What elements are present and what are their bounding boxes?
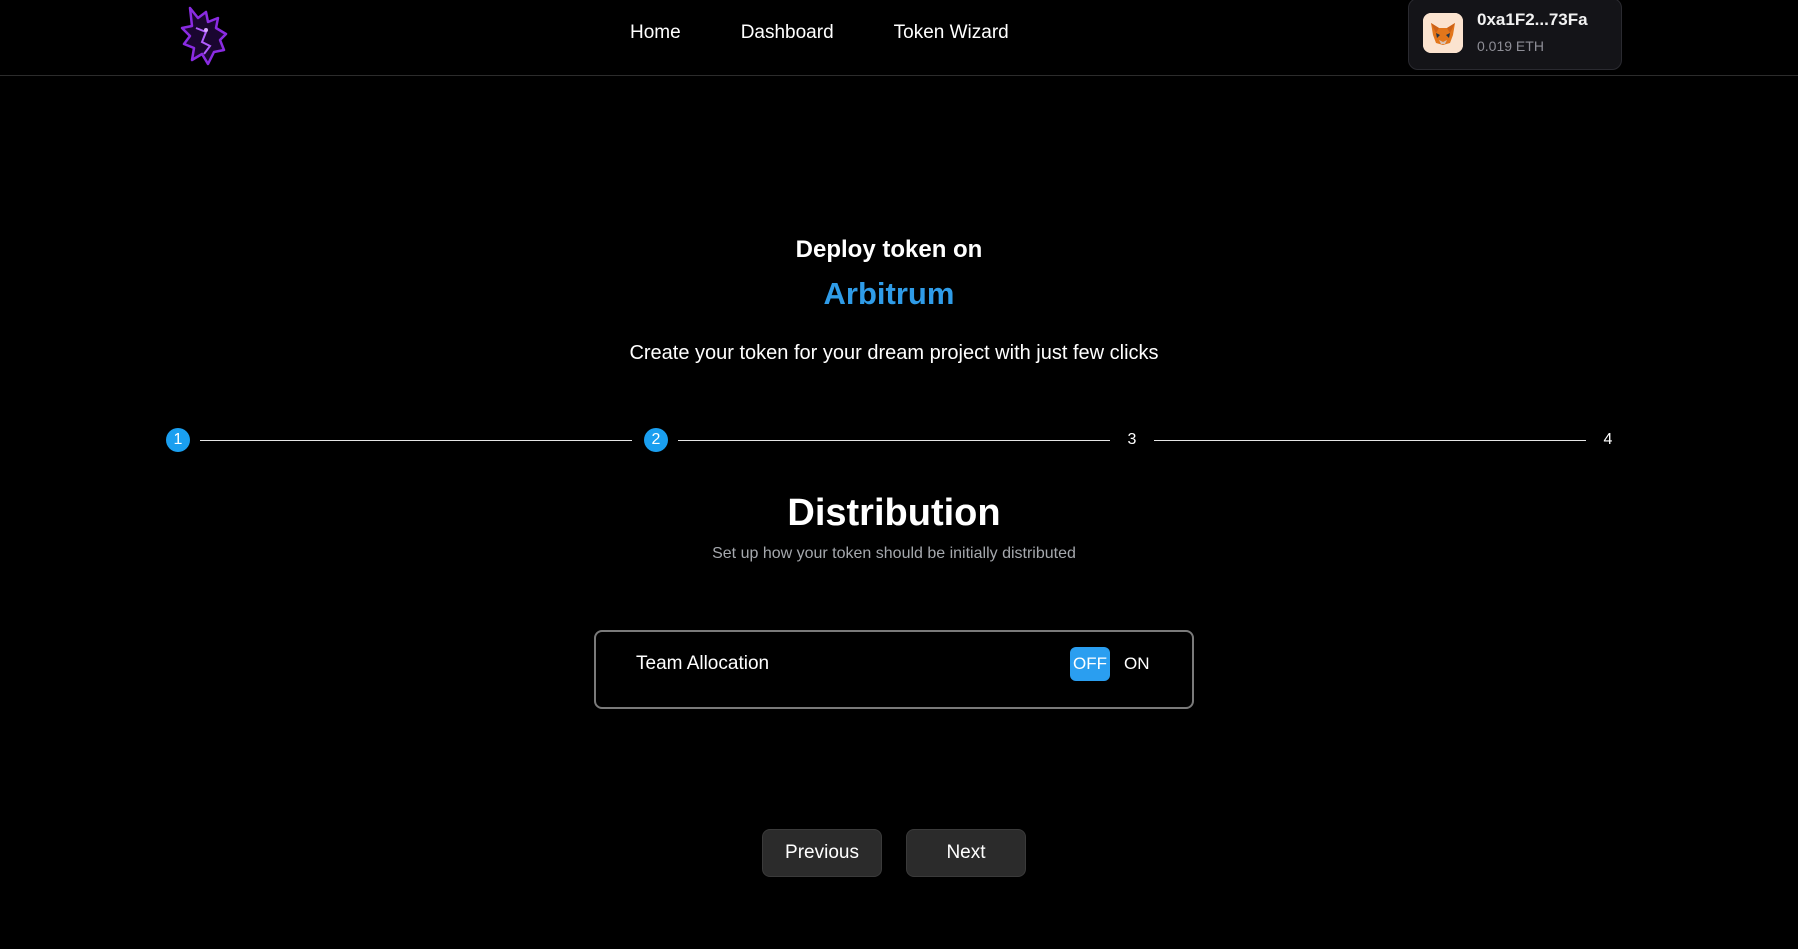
page: Home Dashboard Token Wizard 0xa1F2...73F… — [0, 0, 1798, 949]
toggle-off-option[interactable]: OFF — [1070, 647, 1110, 681]
section-title: Distribution — [787, 492, 1001, 534]
next-button[interactable]: Next — [906, 829, 1026, 877]
main-nav: Home Dashboard Token Wizard — [630, 20, 1009, 46]
metamask-fox-icon — [1423, 13, 1463, 53]
step-4-indicator[interactable]: 4 — [1596, 428, 1620, 452]
step-1-indicator[interactable]: 1 — [166, 428, 190, 452]
hero-chain-name: Arbitrum — [823, 276, 955, 311]
wallet-button[interactable]: 0xa1F2...73Fa 0.019 ETH — [1408, 0, 1622, 70]
step-connector — [200, 440, 632, 441]
step-connector — [678, 440, 1110, 441]
nav-home-link[interactable]: Home — [630, 20, 681, 46]
wallet-address: 0xa1F2...73Fa — [1477, 10, 1588, 29]
hero-subtitle: Create your token for your dream project… — [629, 342, 1159, 364]
nav-dashboard-link[interactable]: Dashboard — [741, 20, 834, 46]
top-navbar: Home Dashboard Token Wizard 0xa1F2...73F… — [0, 0, 1798, 76]
step-3-indicator[interactable]: 3 — [1120, 428, 1144, 452]
step-2-indicator[interactable]: 2 — [644, 428, 668, 452]
wallet-balance: 0.019 ETH — [1477, 38, 1544, 54]
previous-button[interactable]: Previous — [762, 829, 882, 877]
wolf-logo-icon[interactable] — [176, 4, 232, 68]
team-allocation-label: Team Allocation — [636, 653, 770, 674]
toggle-on-option[interactable]: ON — [1121, 647, 1153, 681]
step-connector — [1154, 440, 1586, 441]
wizard-stepper: 1 2 3 4 — [166, 428, 1620, 454]
team-allocation-card: Team Allocation OFF ON — [594, 630, 1194, 709]
nav-token-wizard-link[interactable]: Token Wizard — [894, 20, 1009, 46]
team-allocation-toggle[interactable]: OFF ON — [1070, 647, 1153, 681]
hero-title: Deploy token on — [795, 236, 983, 263]
section-subtitle: Set up how your token should be initiall… — [712, 545, 1076, 562]
